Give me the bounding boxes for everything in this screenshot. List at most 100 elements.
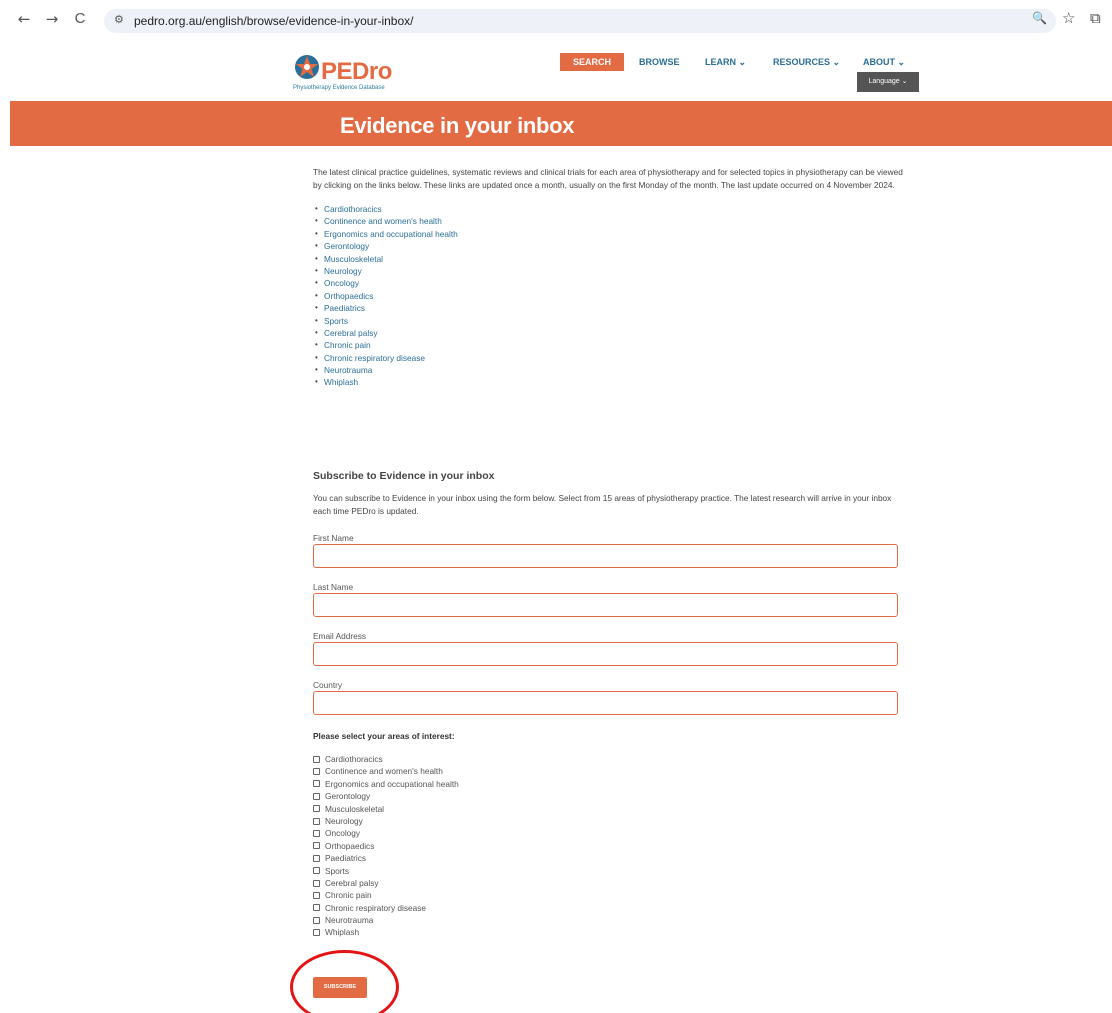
checkbox[interactable] [313, 805, 320, 813]
checkbox-item[interactable]: Paediatrics [313, 852, 459, 864]
site-info-icon[interactable]: ⚙ [114, 13, 124, 26]
checkbox-label[interactable]: Continence and women's health [325, 765, 443, 777]
topic-link[interactable]: Sports [324, 316, 348, 326]
checkbox[interactable] [313, 830, 320, 838]
checkbox-item[interactable]: Chronic pain [313, 889, 459, 901]
email-label: Email Address [313, 631, 367, 641]
topic-link[interactable]: Neurology [324, 266, 362, 276]
nav-resources[interactable]: RESOURCES ⌄ [773, 57, 840, 68]
checkbox-label[interactable]: Sports [325, 865, 349, 877]
checkbox-item[interactable]: Cardiothoracics [313, 753, 459, 765]
topic-link[interactable]: Whiplash [324, 377, 358, 387]
checkbox-label[interactable]: Neurotrauma [325, 914, 373, 926]
topic-link[interactable]: Cardiothoracics [324, 204, 382, 214]
checkbox[interactable] [313, 842, 320, 850]
list-item: Whiplash [313, 376, 913, 389]
list-item: Paediatrics [313, 302, 913, 315]
checkbox[interactable] [313, 916, 320, 924]
checkbox-label[interactable]: Orthopaedics [325, 840, 374, 852]
list-item: Cerebral palsy [313, 327, 913, 340]
nav-search-button[interactable]: SEARCH [560, 53, 624, 71]
email-field[interactable] [313, 642, 898, 666]
topic-link[interactable]: Cerebral palsy [324, 328, 378, 338]
reload-icon[interactable]: C [70, 9, 90, 29]
checkbox-item[interactable]: Cerebral palsy [313, 877, 459, 889]
checkbox-label[interactable]: Cardiothoracics [325, 753, 383, 765]
checkbox-item[interactable]: Oncology [313, 827, 459, 839]
forward-arrow-icon[interactable]: → [42, 9, 62, 29]
checkbox[interactable] [313, 929, 320, 937]
bookmark-star-icon[interactable]: ☆ [1062, 9, 1075, 27]
topic-link[interactable]: Neurotrauma [324, 365, 372, 375]
back-arrow-icon[interactable]: ← [14, 9, 34, 29]
last-name-label: Last Name [313, 582, 354, 592]
checkbox-item[interactable]: Whiplash [313, 926, 459, 938]
checkbox-item[interactable]: Ergonomics and occupational health [313, 778, 459, 790]
browser-toolbar: ← → C ⚙ pedro.org.au/english/browse/evid… [0, 0, 1112, 40]
checkbox-label[interactable]: Oncology [325, 827, 360, 839]
interests-checklist: Cardiothoracics Continence and women's h… [313, 753, 459, 939]
checkbox[interactable] [313, 780, 320, 788]
country-field[interactable] [313, 691, 898, 715]
list-item: Neurology [313, 265, 913, 278]
list-item: Chronic pain [313, 339, 913, 352]
checkbox[interactable] [313, 792, 320, 800]
checkbox[interactable] [313, 891, 320, 899]
topic-link[interactable]: Orthopaedics [324, 291, 373, 301]
checkbox-item[interactable]: Neurotrauma [313, 914, 459, 926]
list-item: Musculoskeletal [313, 253, 913, 266]
first-name-field[interactable] [313, 544, 898, 568]
checkbox-item[interactable]: Continence and women's health [313, 765, 459, 777]
checkbox-label[interactable]: Whiplash [325, 926, 359, 938]
topic-link[interactable]: Paediatrics [324, 303, 365, 313]
checkbox[interactable] [313, 755, 320, 763]
checkbox[interactable] [313, 867, 320, 875]
logo-text: PEDro [321, 58, 392, 85]
nav-about[interactable]: ABOUT ⌄ [863, 57, 905, 68]
list-item: Neurotrauma [313, 364, 913, 377]
checkbox-item[interactable]: Chronic respiratory disease [313, 902, 459, 914]
extensions-icon[interactable]: ⧉ [1090, 9, 1101, 27]
list-item: Continence and women's health [313, 215, 913, 228]
url-text[interactable]: pedro.org.au/english/browse/evidence-in-… [134, 14, 414, 28]
intro-paragraph: The latest clinical practice guidelines,… [313, 167, 903, 190]
checkbox-label[interactable]: Cerebral palsy [325, 877, 379, 889]
checkbox-label[interactable]: Gerontology [325, 790, 370, 802]
list-item: Sports [313, 315, 913, 328]
topic-link[interactable]: Chronic respiratory disease [324, 353, 425, 363]
checkbox-label[interactable]: Ergonomics and occupational health [325, 778, 459, 790]
checkbox-label[interactable]: Chronic respiratory disease [325, 902, 426, 914]
topic-link[interactable]: Ergonomics and occupational health [324, 229, 458, 239]
checkbox[interactable] [313, 904, 320, 912]
checkbox-label[interactable]: Neurology [325, 815, 363, 827]
topic-link[interactable]: Chronic pain [324, 340, 371, 350]
topic-link[interactable]: Gerontology [324, 241, 369, 251]
list-item: Chronic respiratory disease [313, 352, 913, 365]
subscribe-description: You can subscribe to Evidence in your in… [313, 493, 892, 516]
nav-learn[interactable]: LEARN ⌄ [705, 57, 746, 68]
checkbox[interactable] [313, 854, 320, 862]
checkbox-label[interactable]: Musculoskeletal [325, 803, 384, 815]
checkbox-item[interactable]: Musculoskeletal [313, 803, 459, 815]
list-item: Cardiothoracics [313, 203, 913, 216]
checkbox-label[interactable]: Paediatrics [325, 852, 366, 864]
topic-link[interactable]: Continence and women's health [324, 216, 442, 226]
checkbox-label[interactable]: Chronic pain [325, 889, 372, 901]
address-bar[interactable]: ⚙ pedro.org.au/english/browse/evidence-i… [104, 9, 1056, 33]
zoom-icon[interactable]: 🔍 [1032, 11, 1047, 25]
checkbox-item[interactable]: Orthopaedics [313, 840, 459, 852]
main-content: The latest clinical practice guidelines,… [313, 166, 913, 389]
checkbox-item[interactable]: Gerontology [313, 790, 459, 802]
topic-link[interactable]: Musculoskeletal [324, 254, 383, 264]
checkbox[interactable] [313, 817, 320, 825]
language-dropdown[interactable]: Language ⌄ [857, 72, 919, 92]
checkbox[interactable] [313, 879, 320, 887]
pedro-logo-mark-icon [295, 55, 319, 79]
last-name-field[interactable] [313, 593, 898, 617]
pedro-logo[interactable]: PEDro Physiotherapy Evidence Database [293, 53, 403, 95]
topic-link[interactable]: Oncology [324, 278, 359, 288]
checkbox-item[interactable]: Neurology [313, 815, 459, 827]
checkbox[interactable] [313, 768, 320, 776]
checkbox-item[interactable]: Sports [313, 865, 459, 877]
nav-browse[interactable]: BROWSE [639, 57, 680, 67]
